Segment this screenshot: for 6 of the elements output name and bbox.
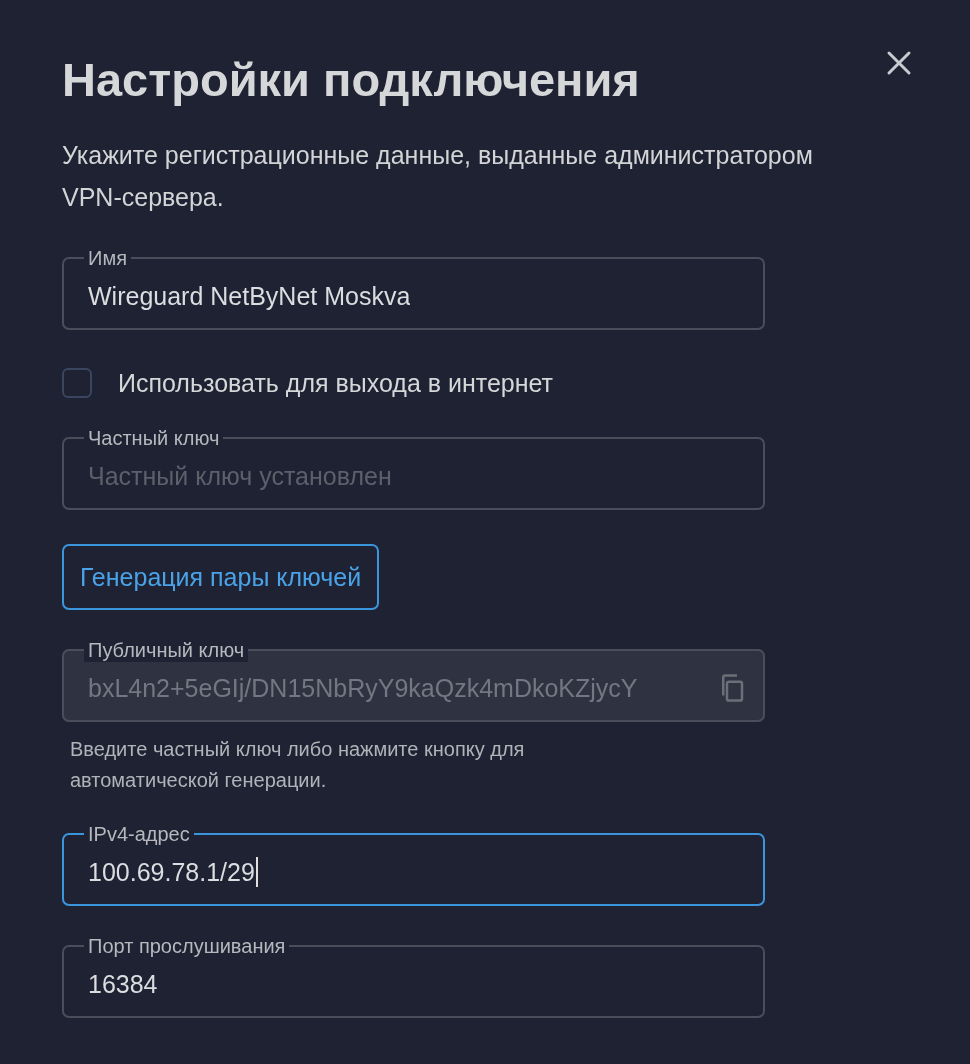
checkbox-label: Использовать для выхода в интернет [118,368,554,398]
dialog-description: Укажите регистрационные данные, выданные администратором VPN-сервера. [62,140,814,213]
generate-button[interactable]: Генерация пары ключей [62,544,380,610]
dialog-title: Настройки подключения [62,52,640,108]
checkbox[interactable] [62,368,92,398]
helper-text: Введите частный ключ либо нажмите кнопку для автоматической генерации. [70,737,526,793]
